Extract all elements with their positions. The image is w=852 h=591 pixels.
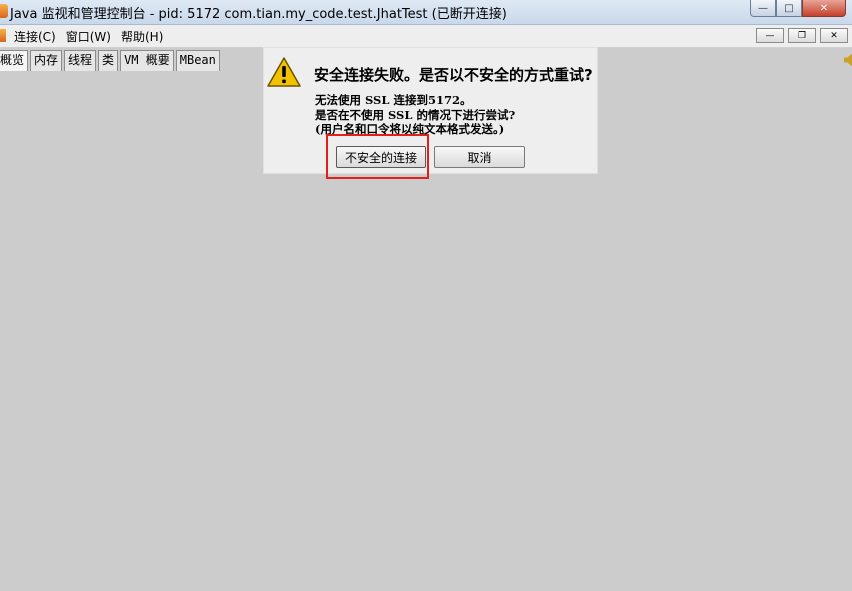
tab-mbean[interactable]: MBean	[175, 50, 220, 71]
cancel-button[interactable]: 取消	[434, 146, 525, 168]
dialog-message: 无法使用 SSL 连接到5172。 是否在不使用 SSL 的情况下进行尝试? (…	[315, 93, 515, 137]
tab-memory[interactable]: 内存	[30, 50, 63, 71]
dialog-message-line: 是否在不使用 SSL 的情况下进行尝试?	[315, 107, 516, 122]
java-app-icon	[0, 4, 8, 18]
tab-strip: 概览 内存 线程 类 VM 概要 MBean	[0, 50, 222, 71]
maximize-button[interactable]: □	[776, 0, 802, 17]
internal-frame-icon[interactable]	[0, 29, 6, 42]
menu-bar: 连接(C) 窗口(W) 帮助(H) — ❐ ✕	[0, 25, 852, 48]
tab-classes[interactable]: 类	[98, 50, 119, 71]
frame-minimize-button[interactable]: —	[756, 28, 784, 43]
dialog-message-line: 无法使用 SSL 连接到5172。	[315, 93, 472, 107]
window-title: Java 监视和管理控制台 - pid: 5172 com.tian.my_co…	[10, 7, 507, 22]
tab-threads[interactable]: 线程	[64, 50, 97, 71]
frame-close-button[interactable]: ✕	[820, 28, 848, 43]
insecure-connection-button[interactable]: 不安全的连接	[336, 146, 426, 168]
menu-connection[interactable]: 连接(C)	[14, 28, 56, 45]
tab-overview[interactable]: 概览	[0, 50, 29, 71]
internal-frame-controls: — ❐ ✕	[756, 28, 848, 43]
warning-icon	[267, 57, 301, 87]
window-title-bar: Java 监视和管理控制台 - pid: 5172 com.tian.my_co…	[0, 0, 852, 25]
dialog-title: 安全连接失败。是否以不安全的方式重试?	[314, 66, 593, 84]
menu-help[interactable]: 帮助(H)	[121, 28, 163, 45]
minimize-button[interactable]: —	[750, 0, 776, 17]
dialog-message-line: (用户名和口令将以纯文本格式发送。)	[315, 122, 505, 136]
window-controls: — □ ✕	[750, 0, 846, 17]
close-button[interactable]: ✕	[802, 0, 846, 17]
tab-vm-summary[interactable]: VM 概要	[120, 50, 174, 71]
speaker-icon	[844, 54, 852, 66]
ssl-retry-dialog: 安全连接失败。是否以不安全的方式重试? 无法使用 SSL 连接到5172。 是否…	[264, 48, 597, 173]
menu-items: 连接(C) 窗口(W) 帮助(H)	[14, 28, 163, 45]
menu-window[interactable]: 窗口(W)	[66, 28, 111, 45]
frame-restore-button[interactable]: ❐	[788, 28, 816, 43]
